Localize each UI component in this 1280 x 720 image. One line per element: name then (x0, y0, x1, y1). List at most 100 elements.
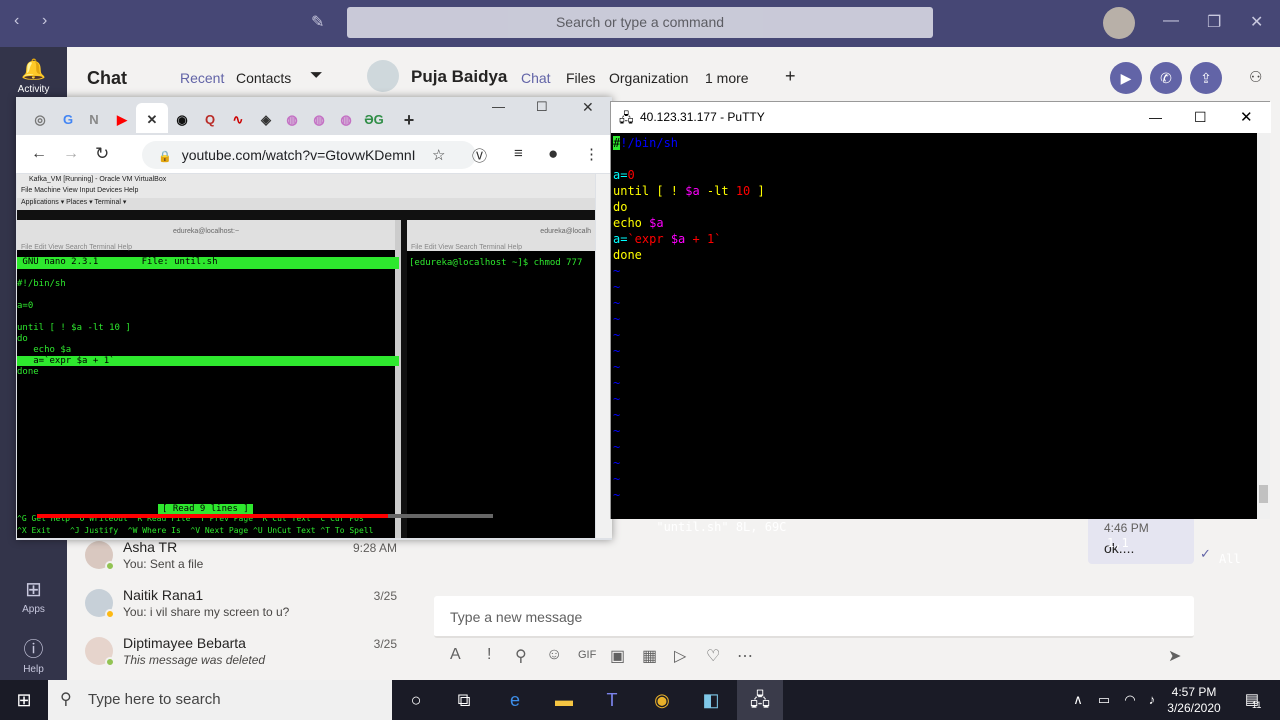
chrome-window: ◎ G N ▶ ✕ ◉ Q ∿ ◈ ◍ ◍ ◍ ƏG + — ☐ ✕ ← → ↻… (16, 97, 612, 540)
windows-start-icon[interactable]: ⊞ (12, 688, 36, 712)
minimize-icon[interactable]: — (492, 99, 505, 114)
volume-icon[interactable]: ♪ (1140, 688, 1164, 712)
tab-chat[interactable]: Chat (521, 70, 551, 86)
rail-activity[interactable]: 🔔 Activity (0, 57, 67, 95)
add-people-icon[interactable]: ⚇ (1249, 68, 1262, 86)
share-screen-button[interactable]: ⇪ (1190, 62, 1222, 94)
tab-recent[interactable]: Recent (180, 70, 224, 86)
tab-contacts[interactable]: Contacts (236, 70, 291, 86)
rail-apps[interactable]: ⊞ Apps (0, 577, 67, 615)
avatar (85, 637, 115, 667)
more-options-icon[interactable]: ⋯ (737, 646, 753, 666)
status-all: All (1219, 552, 1241, 566)
cortana-icon[interactable]: ○ (404, 688, 428, 712)
google-tab-icon[interactable]: G (56, 109, 80, 131)
teams-icon[interactable]: T (600, 688, 624, 712)
important-icon[interactable]: ! (487, 646, 491, 664)
notification-count: 11 (1252, 700, 1262, 710)
gif-icon[interactable]: GIF (578, 649, 596, 661)
tab-organization[interactable]: Organization (609, 70, 688, 86)
bell-icon: 🔔 (21, 59, 46, 81)
maximize-icon[interactable]: ☐ (1194, 102, 1207, 133)
nano-line: done (17, 367, 39, 377)
close-icon[interactable]: ✕ (1250, 12, 1263, 32)
search-input[interactable]: Search or type a command (347, 7, 933, 38)
tab-favicon-icon[interactable]: ∿ (226, 109, 250, 131)
list-item[interactable]: Naitik Rana1 You: i vil share my screen … (85, 587, 397, 633)
clock[interactable]: 4:57 PM 3/26/2020 (1164, 684, 1224, 716)
quora-tab-icon[interactable]: Q (198, 109, 222, 131)
chat-name: Diptimayee Bebarta (123, 635, 246, 651)
rail-help[interactable]: ⓘ Help (0, 633, 67, 675)
reload-icon[interactable]: ↻ (95, 144, 109, 164)
stream-icon[interactable]: ▷ (674, 646, 686, 666)
address-bar[interactable]: 🔒 youtube.com/watch?v=GtovwKDemnI (142, 141, 476, 169)
task-view-icon[interactable]: ⧉ (452, 688, 476, 712)
extension-icon[interactable]: Ⓥ (472, 145, 487, 166)
edge-icon[interactable]: e (503, 688, 527, 712)
video-player[interactable]: Kafka_VM [Running] - Oracle VM VirtualBo… (17, 174, 595, 538)
tab-favicon-icon[interactable]: ◎ (28, 109, 52, 131)
close-icon[interactable]: ✕ (1240, 102, 1253, 133)
list-item[interactable]: Diptimayee Bebarta This message was dele… (85, 635, 397, 681)
audio-call-button[interactable]: ✆ (1150, 62, 1182, 94)
send-icon[interactable]: ➤ (1168, 646, 1181, 666)
minimize-icon[interactable]: — (1163, 12, 1179, 30)
close-tab-icon[interactable]: ✕ (140, 109, 164, 131)
sticker-icon[interactable]: ▣ (610, 646, 625, 666)
github-tab-icon[interactable]: ◉ (170, 109, 194, 131)
file-explorer-icon[interactable]: ▬ (552, 688, 576, 712)
nano-status: [ Read 9 lines ] (158, 504, 253, 514)
star-icon[interactable]: ☆ (432, 146, 445, 164)
profile-icon[interactable]: ● (548, 144, 558, 164)
taskbar: ⊞ ⚲ Type here to search ○ ⧉ e ▬ T ◉ ◧ 🖧 … (0, 680, 1280, 720)
playlist-icon[interactable]: ≡ (514, 145, 523, 162)
tab-favicon-icon[interactable]: N (82, 109, 106, 131)
youtube-tab-icon[interactable]: ▶ (110, 109, 134, 131)
vim-tilde: ~ (613, 360, 621, 374)
tab-more[interactable]: 1 more (705, 70, 749, 86)
close-icon[interactable]: ✕ (582, 99, 594, 116)
chevron-up-icon[interactable]: ∧ (1066, 688, 1090, 712)
contact-name: Puja Baidya (411, 67, 508, 86)
app-icon[interactable]: ◧ (699, 688, 723, 712)
praise-icon[interactable]: ♡ (706, 646, 720, 666)
tab-favicon-icon[interactable]: ◍ (307, 109, 331, 131)
tab-favicon-icon[interactable]: ◈ (254, 109, 278, 131)
battery-icon[interactable]: ▭ (1092, 688, 1116, 712)
maximize-icon[interactable]: ❐ (1207, 12, 1221, 32)
filter-icon[interactable]: ⏷ (310, 67, 323, 85)
forward-icon[interactable]: → (63, 145, 79, 163)
attach-icon[interactable]: ⚲ (515, 646, 527, 666)
video-call-button[interactable]: ▶ (1110, 62, 1142, 94)
back-arrow-icon[interactable]: ‹ (14, 12, 19, 30)
terminal-area[interactable]: #!/bin/sh a=0 until [ ! $a -lt 10 ] do e… (611, 133, 1257, 566)
tab-files[interactable]: Files (566, 70, 596, 86)
chrome-icon[interactable]: ◉ (650, 688, 674, 712)
tab-favicon-icon[interactable]: ◍ (280, 109, 304, 131)
add-tab-icon[interactable]: + (785, 66, 796, 87)
nano-line: a=`expr $a + 1` (17, 356, 399, 366)
compose-icon[interactable]: ✎ (311, 12, 324, 32)
maximize-icon[interactable]: ☐ (536, 99, 548, 115)
scrollbar-thumb[interactable] (1259, 485, 1268, 503)
wifi-icon[interactable]: ◠ (1118, 688, 1142, 712)
message-input[interactable]: Type a new message (434, 596, 1194, 638)
list-item[interactable]: Asha TR You: Sent a file 9:28 AM (85, 539, 397, 585)
forward-arrow-icon[interactable]: › (42, 12, 47, 30)
format-icon[interactable]: A (450, 646, 461, 664)
avatar[interactable] (1103, 7, 1135, 39)
minimize-icon[interactable]: — (1149, 102, 1162, 133)
back-icon[interactable]: ← (31, 145, 47, 163)
scrollbar[interactable] (1257, 133, 1270, 519)
emoji-icon[interactable]: ☺ (546, 646, 562, 664)
taskbar-search-input[interactable]: ⚲ Type here to search (48, 680, 392, 720)
meet-icon[interactable]: ▦ (642, 646, 657, 666)
new-tab-icon[interactable]: + (397, 109, 421, 131)
vim-tilde: ~ (613, 408, 621, 422)
putty-taskbar-button[interactable]: 🖧 (737, 680, 783, 720)
gfg-tab-icon[interactable]: ƏG (362, 109, 386, 131)
menu-icon[interactable]: ⋮ (584, 145, 599, 163)
vim-tilde: ~ (613, 264, 621, 278)
tab-favicon-icon[interactable]: ◍ (334, 109, 358, 131)
